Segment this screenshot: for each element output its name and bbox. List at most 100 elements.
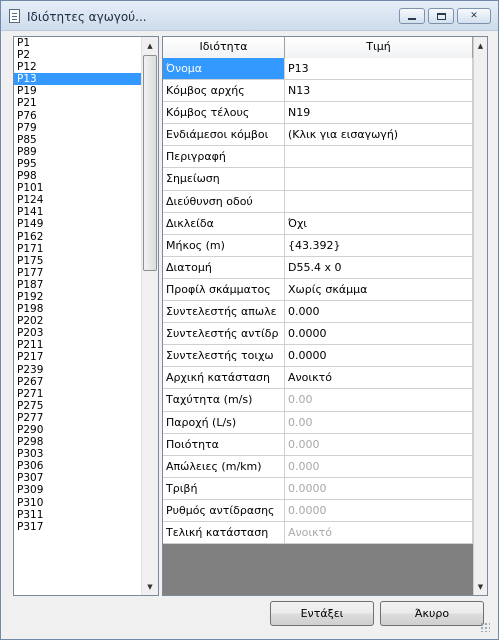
property-row[interactable]: Μήκος (m) {43.392} (163, 234, 487, 257)
property-name[interactable]: Διεύθυνση οδού (163, 190, 285, 212)
property-row[interactable]: Περιγραφή (163, 146, 487, 169)
close-button[interactable]: ✕ (457, 8, 491, 24)
property-value[interactable] (285, 190, 473, 212)
property-name[interactable]: Δικλείδα (163, 212, 285, 234)
pipe-list-item[interactable]: P203 (14, 327, 142, 339)
pipe-list-item[interactable]: P303 (14, 448, 142, 460)
property-value[interactable]: Χωρίς σκάμμα (285, 278, 473, 301)
pipe-list-item[interactable]: P310 (14, 497, 142, 509)
property-row[interactable]: Διεύθυνση οδού (163, 190, 487, 213)
pipe-list-item[interactable]: P13 (14, 73, 142, 86)
property-value[interactable]: 0.0000 (285, 345, 473, 367)
property-name[interactable]: Προφίλ σκάμματος (163, 278, 285, 301)
property-grid-scrollbar[interactable]: ▲ ▼ (473, 37, 487, 595)
pipe-list-item[interactable]: P171 (14, 243, 142, 255)
property-row[interactable]: Δικλείδα Όχι (163, 212, 487, 235)
property-value[interactable]: P13 (285, 58, 473, 80)
property-name[interactable]: Αρχική κατάσταση (163, 367, 285, 389)
property-row[interactable]: Τριβή 0.0000 (163, 477, 487, 500)
property-name[interactable]: Ποιότητα (163, 433, 285, 455)
pipe-list-item[interactable]: P19 (14, 85, 142, 97)
pipe-list-item[interactable]: P149 (14, 218, 142, 230)
property-row[interactable]: Κόμβος τέλους N19 (163, 102, 487, 125)
pipe-list-item[interactable]: P277 (14, 412, 142, 424)
property-row[interactable]: Σημείωση (163, 168, 487, 191)
property-row[interactable]: Όνομα P13 (163, 58, 487, 81)
pipe-list[interactable]: P1 P2 P12 P13 P19 P21 P76 P79 P85 P89 P95 P98 P101 P1… (13, 36, 159, 596)
property-row[interactable]: Διατομή D55.4 x 0 (163, 256, 487, 279)
pipe-list-item[interactable]: P271 (14, 388, 142, 400)
property-row[interactable]: Συντελεστής τοιχω 0.0000 (163, 345, 487, 368)
pipe-list-item[interactable]: P89 (14, 146, 142, 158)
property-name[interactable]: Κόμβος αρχής (163, 80, 285, 102)
pipe-list-item[interactable]: P1 (14, 37, 142, 49)
pipe-list-item[interactable]: P198 (14, 303, 142, 315)
pipe-list-item[interactable]: P239 (14, 364, 142, 376)
scroll-down-arrow-icon[interactable]: ▼ (142, 578, 158, 595)
property-row[interactable]: Ταχύτητα (m/s) 0.00 (163, 389, 487, 412)
property-row[interactable]: Τελική κατάσταση Ανοικτό (163, 521, 487, 545)
property-value[interactable]: {43.392} (285, 234, 473, 256)
scroll-down-arrow-icon[interactable]: ▼ (474, 578, 487, 595)
pipe-list-item[interactable]: P311 (14, 509, 142, 521)
pipe-list-item[interactable]: P101 (14, 182, 142, 194)
pipe-list-item[interactable]: P79 (14, 122, 142, 134)
property-name[interactable]: Τελική κατάσταση (163, 521, 285, 544)
property-name[interactable]: Απώλειες (m/km) (163, 455, 285, 477)
property-row[interactable]: Απώλειες (m/km) 0.000 (163, 455, 487, 478)
title-bar[interactable]: Ιδιότητες αγωγού... ✕ (1, 1, 498, 31)
property-name[interactable]: Συντελεστής τοιχω (163, 345, 285, 367)
pipe-list-item[interactable]: P76 (14, 110, 142, 122)
property-name[interactable]: Περιγραφή (163, 146, 285, 168)
property-row[interactable]: Ενδιάμεσοι κόμβοι (Κλικ για εισαγωγή) (163, 124, 487, 147)
pipe-list-item[interactable]: P306 (14, 460, 142, 472)
pipe-list-item[interactable]: P124 (14, 194, 142, 206)
property-row[interactable]: Παροχή (L/s) 0.00 (163, 411, 487, 434)
property-value[interactable]: D55.4 x 0 (285, 256, 473, 278)
pipe-list-item[interactable]: P307 (14, 472, 142, 484)
property-row[interactable]: Ρυθμός αντίδρασης 0.0000 (163, 499, 487, 522)
pipe-list-item[interactable]: P317 (14, 521, 142, 533)
pipe-list-scrollbar[interactable]: ▲ ▼ (141, 37, 158, 595)
property-name[interactable]: Συντελεστής απωλε (163, 301, 285, 323)
pipe-list-item[interactable]: P187 (14, 279, 142, 291)
scroll-thumb[interactable] (143, 55, 157, 271)
property-name[interactable]: Τριβή (163, 477, 285, 499)
ok-button[interactable]: Εντάξει (270, 601, 374, 626)
property-value[interactable]: Όχι (285, 212, 473, 234)
pipe-list-item[interactable]: P177 (14, 267, 142, 279)
pipe-list-item[interactable]: P275 (14, 400, 142, 412)
property-value[interactable]: 0.0000 (285, 323, 473, 345)
property-name[interactable]: Ταχύτητα (m/s) (163, 389, 285, 411)
minimize-button[interactable] (399, 8, 425, 24)
cancel-button[interactable]: Άκυρο (380, 601, 484, 626)
property-name[interactable]: Ρυθμός αντίδρασης (163, 499, 285, 521)
pipe-list-item[interactable]: P85 (14, 134, 142, 146)
property-name[interactable]: Συντελεστής αντίδρ (163, 323, 285, 345)
pipe-list-item[interactable]: P202 (14, 315, 142, 327)
property-name[interactable]: Κόμβος τέλους (163, 102, 285, 124)
resize-grip-icon[interactable] (480, 622, 490, 632)
pipe-list-item[interactable]: P267 (14, 376, 142, 388)
pipe-list-item[interactable]: P2 (14, 49, 142, 61)
pipe-list-item[interactable]: P309 (14, 484, 142, 496)
pipe-list-item[interactable]: P217 (14, 351, 142, 363)
pipe-list-item[interactable]: P95 (14, 158, 142, 170)
pipe-list-item[interactable]: P175 (14, 255, 142, 267)
property-value[interactable]: N19 (285, 102, 473, 124)
property-row[interactable]: Προφίλ σκάμματος Χωρίς σκάμμα (163, 278, 487, 302)
property-value[interactable]: 0.000 (285, 301, 473, 323)
property-row[interactable]: Συντελεστής απωλε 0.000 (163, 301, 487, 324)
pipe-list-item[interactable]: P192 (14, 291, 142, 303)
property-name[interactable]: Σημείωση (163, 168, 285, 190)
property-name[interactable]: Ενδιάμεσοι κόμβοι (163, 124, 285, 146)
pipe-list-item[interactable]: P141 (14, 206, 142, 218)
pipe-list-item[interactable]: P162 (14, 231, 142, 243)
property-name[interactable]: Μήκος (m) (163, 234, 285, 256)
property-value[interactable] (285, 168, 473, 190)
header-property[interactable]: Ιδιότητα (163, 37, 285, 58)
pipe-list-item[interactable]: P21 (14, 97, 142, 109)
property-value[interactable]: N13 (285, 80, 473, 102)
pipe-list-item[interactable]: P12 (14, 61, 142, 73)
property-value[interactable]: (Κλικ για εισαγωγή) (285, 124, 473, 146)
